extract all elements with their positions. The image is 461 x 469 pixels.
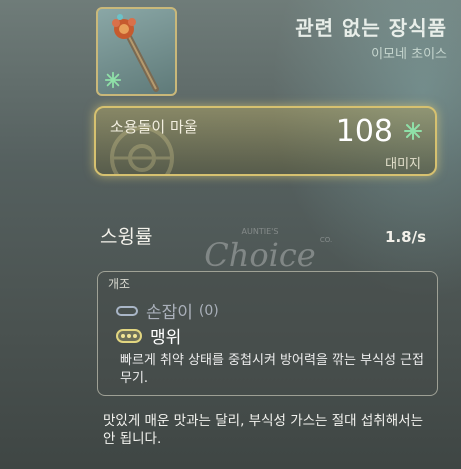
watermark-main: Choice <box>204 236 315 274</box>
mods-panel: 개조 손잡이 (0) 맹위 빠르게 취약 상태를 중첩시켜 방어력을 깎는 부식… <box>97 271 438 396</box>
attack-name: 소용돌이 마울 <box>110 118 198 136</box>
watermark-suffix: CO. <box>320 236 332 244</box>
active-mod-icon <box>116 328 142 343</box>
attack-panel[interactable]: 소용돌이 마울 108 대미지 <box>94 106 437 176</box>
item-subtitle: 이모네 초이스 <box>371 47 447 62</box>
item-thumbnail <box>96 7 177 96</box>
mod-slot-handle[interactable]: 손잡이 (0) <box>116 298 219 323</box>
damage-value: 108 <box>335 114 393 149</box>
damage-unit: 대미지 <box>385 157 421 172</box>
swing-rate-label: 스윙률 <box>100 226 153 248</box>
mod-count: (0) <box>198 302 219 319</box>
item-title: 관련 없는 장식품 <box>295 16 447 40</box>
watermark-top: AUNTIE'S <box>242 227 279 236</box>
damage-icon <box>404 122 422 140</box>
mod-name: 손잡이 <box>146 303 193 323</box>
damage-icon <box>104 71 122 89</box>
swing-rate-value: 1.8/s <box>385 228 426 246</box>
mods-header: 개조 <box>108 277 131 291</box>
empty-mod-slot-icon <box>116 305 138 316</box>
flavor-text: 맛있게 매운 맛과는 달리, 부식성 가스는 절대 섭취해서는 안 됩니다. <box>103 413 423 447</box>
mod-description: 빠르게 취약 상태를 중첩시켜 방어력을 깎는 부식성 근접 무기. <box>120 353 425 386</box>
mod-slot-fury[interactable]: 맹위 <box>116 323 181 348</box>
mod-name: 맹위 <box>150 328 182 348</box>
